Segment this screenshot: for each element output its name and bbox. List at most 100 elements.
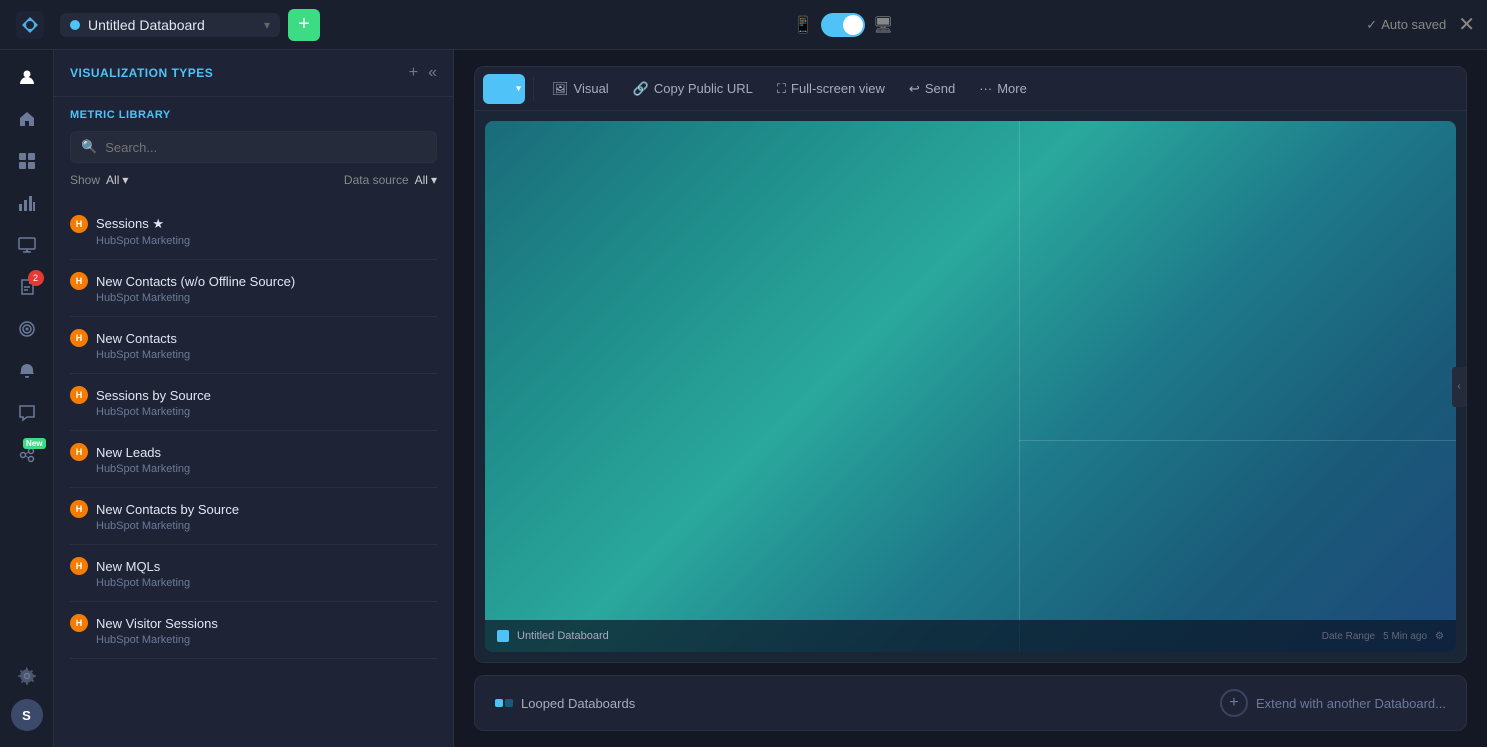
metric-search-box[interactable]: 🔍 (70, 131, 437, 163)
mobile-icon: 📱 (793, 15, 813, 35)
sidebar-item-home[interactable] (8, 100, 46, 138)
user-avatar[interactable]: S (11, 699, 43, 731)
metric-search-input[interactable] (105, 140, 426, 155)
title-chevron-icon: ▾ (264, 18, 270, 32)
color-drop-button[interactable]: ▾ (483, 74, 525, 104)
loop-label: Looped Databoards (521, 696, 635, 711)
send-button[interactable]: ↩ Send (899, 76, 965, 102)
metric-icon: H (70, 329, 88, 347)
nav-bottom: S (8, 657, 46, 739)
metric-icon: H (70, 614, 88, 632)
metric-source: HubSpot Marketing (96, 292, 437, 304)
metric-list-item[interactable]: H New Leads HubSpot Marketing (70, 431, 437, 488)
fullscreen-button[interactable]: ⛶ Full-screen view (767, 76, 895, 102)
metric-source: HubSpot Marketing (96, 634, 437, 646)
metric-source: HubSpot Marketing (96, 349, 437, 361)
sidebar-title: VISUALIZATION TYPES (70, 66, 213, 80)
board-status-dot (70, 20, 80, 30)
add-widget-button[interactable]: + (288, 9, 320, 41)
datasource-filter-select[interactable]: All ▾ (415, 173, 437, 187)
metric-name: New Contacts (96, 331, 177, 346)
topbar: Untitled Databoard ▾ + 📱 🖥 ✓ Auto saved … (0, 0, 1487, 50)
metric-list-item[interactable]: H New Contacts by Source HubSpot Marketi… (70, 488, 437, 545)
sidebar-header: VISUALIZATION TYPES + « (54, 50, 453, 97)
loop-dots (495, 699, 513, 707)
visual-icon: 🖼 (552, 81, 569, 97)
check-icon: ✓ (1366, 17, 1377, 33)
sidebar-item-dashboards[interactable] (8, 142, 46, 180)
sidebar-item-settings[interactable] (8, 657, 46, 695)
metric-name: Sessions ★ (96, 216, 164, 232)
metric-source: HubSpot Marketing (96, 463, 437, 475)
desktop-icon: 🖥 (873, 15, 893, 35)
metric-name: New Contacts (w/o Offline Source) (96, 274, 295, 289)
more-icon: ··· (979, 81, 992, 96)
app-logo (12, 7, 48, 43)
card-toolbar: ▾ 🖼 Visual 🔗 Copy Public URL ⛶ Full-scre… (475, 67, 1466, 111)
view-toggle[interactable]: 📱 🖥 (793, 13, 893, 37)
sidebar-item-presentations[interactable] (8, 226, 46, 264)
metric-library-header: METRIC LIBRARY 🔍 Show All ▾ Data source … (54, 97, 453, 203)
topbar-right: ✓ Auto saved ✕ (1366, 12, 1475, 37)
copy-url-button[interactable]: 🔗 Copy Public URL (623, 76, 763, 102)
sidebar-item-alerts[interactable] (8, 352, 46, 390)
metric-icon: H (70, 500, 88, 518)
extend-label: Extend with another Databoard... (1256, 696, 1446, 711)
preview-area: Untitled Databoard Date Range 5 Min ago … (475, 111, 1466, 662)
metric-list-item[interactable]: H New Contacts (w/o Offline Source) HubS… (70, 260, 437, 317)
main-content: ▾ 🖼 Visual 🔗 Copy Public URL ⛶ Full-scre… (454, 50, 1487, 747)
metric-icon: H (70, 272, 88, 290)
more-button[interactable]: ··· More (969, 76, 1037, 101)
collapse-handle[interactable]: ‹ (1452, 367, 1466, 407)
preview-bottom-bar: Untitled Databoard Date Range 5 Min ago … (485, 620, 1456, 652)
metric-icon: H (70, 215, 88, 233)
metric-list-item[interactable]: H Sessions by Source HubSpot Marketing (70, 374, 437, 431)
drop-chevron-icon: ▾ (516, 83, 521, 94)
extend-plus-button[interactable]: + (1220, 689, 1248, 717)
metric-list: H Sessions ★ HubSpot Marketing H New Con… (54, 203, 453, 747)
preview-logo (497, 630, 509, 642)
metric-name: Sessions by Source (96, 388, 211, 403)
sidebar-item-profile[interactable] (8, 58, 46, 96)
preview-date-range: Date Range (1322, 631, 1375, 642)
fullscreen-icon: ⛶ (777, 81, 786, 97)
metric-name: New Visitor Sessions (96, 616, 218, 631)
close-button[interactable]: ✕ (1458, 12, 1475, 37)
sidebar-item-metrics[interactable] (8, 184, 46, 222)
metric-source: HubSpot Marketing (96, 406, 437, 418)
board-title: Untitled Databoard (88, 17, 256, 33)
sidebar-item-goals[interactable] (8, 310, 46, 348)
left-nav: 2 (0, 50, 54, 747)
metric-source: HubSpot Marketing (96, 235, 437, 247)
metric-list-item[interactable]: H New Contacts HubSpot Marketing (70, 317, 437, 374)
extend-area[interactable]: + Extend with another Databoard... (1220, 689, 1446, 717)
metric-list-item[interactable]: H New Visitor Sessions HubSpot Marketing (70, 602, 437, 659)
preview-info: Date Range 5 Min ago ⚙ (1322, 631, 1444, 642)
metric-list-item[interactable]: H New MQLs HubSpot Marketing (70, 545, 437, 602)
preview-grid (485, 121, 1456, 652)
show-filter-select[interactable]: All ▾ (106, 173, 128, 187)
add-visualization-button[interactable]: + (409, 64, 418, 82)
sidebar: VISUALIZATION TYPES + « METRIC LIBRARY 🔍… (54, 50, 454, 747)
integrations-new-badge: New (23, 438, 45, 449)
metric-list-item[interactable]: H Sessions ★ HubSpot Marketing (70, 203, 437, 260)
metric-name: New Leads (96, 445, 161, 460)
dashboard-card: ▾ 🖼 Visual 🔗 Copy Public URL ⛶ Full-scre… (474, 66, 1467, 663)
metric-icon: H (70, 386, 88, 404)
metric-source: HubSpot Marketing (96, 577, 437, 589)
sidebar-item-chat[interactable] (8, 394, 46, 432)
preview-board-title: Untitled Databoard (517, 630, 609, 642)
datasource-filter-label: Data source (344, 173, 409, 187)
toggle-switch[interactable] (821, 13, 865, 37)
visual-button[interactable]: 🖼 Visual (542, 76, 619, 102)
show-filter-label: Show (70, 173, 100, 187)
sidebar-item-reports[interactable]: 2 (8, 268, 46, 306)
board-title-area[interactable]: Untitled Databoard ▾ (60, 13, 280, 37)
bottom-card: Looped Databoards + Extend with another … (474, 675, 1467, 731)
preview-background: Untitled Databoard Date Range 5 Min ago … (485, 121, 1456, 652)
collapse-sidebar-button[interactable]: « (428, 64, 437, 82)
link-icon: 🔗 (633, 81, 649, 97)
preview-refresh: 5 Min ago (1383, 631, 1427, 642)
loop-indicator: Looped Databoards (495, 696, 635, 711)
sidebar-item-integrations[interactable]: New (8, 436, 46, 474)
